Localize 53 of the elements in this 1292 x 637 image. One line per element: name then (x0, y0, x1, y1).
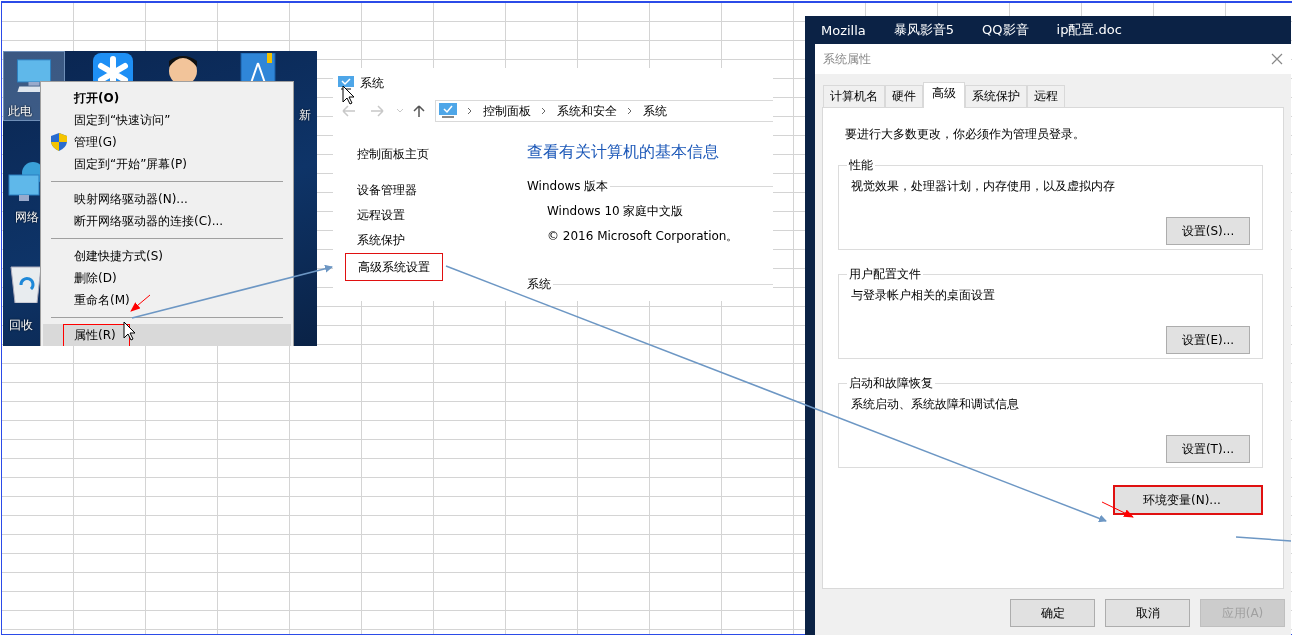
group-description: 系统启动、系统故障和调试信息 (851, 396, 1020, 413)
window-title: 系统属性 (823, 50, 871, 68)
sidebar-link[interactable]: 远程设置 (345, 203, 417, 228)
cursor-icon (342, 85, 355, 105)
breadcrumb-item[interactable]: 系统 (643, 102, 667, 120)
menu-item[interactable]: 映射网络驱动器(N)... (43, 188, 291, 210)
chevron-icon[interactable] (467, 107, 473, 115)
taskbar-item[interactable]: ip配置.doc (1056, 21, 1122, 39)
menu-item[interactable]: 属性(R) (43, 324, 291, 346)
sidebar-link[interactable]: 设备管理器 (345, 178, 429, 203)
system-icon[interactable] (338, 76, 354, 90)
address-bar[interactable]: 控制面板 系统和安全 系统 (435, 100, 773, 122)
tab[interactable]: 高级 (923, 82, 965, 108)
page-heading: 查看有关计算机的基本信息 (527, 142, 720, 163)
group-title: 启动和故障恢复 (848, 375, 934, 392)
sidebar-link[interactable]: 高级系统设置 (345, 253, 443, 281)
menu-item[interactable]: 管理(G) (43, 131, 291, 153)
tab[interactable]: 远程 (1027, 85, 1065, 107)
sidebar-link[interactable]: 系统保护 (345, 228, 417, 253)
info-text: Windows 10 家庭中文版 (546, 203, 685, 220)
group-title: 性能 (848, 157, 874, 174)
group-description: 视觉效果，处理器计划，内存使用，以及虚拟内存 (851, 178, 1116, 195)
info-text: © 2016 Microsoft Corporation。 (546, 228, 740, 245)
close-icon[interactable] (1271, 53, 1283, 65)
sidebar-link[interactable]: 控制面板主页 (345, 142, 441, 167)
tab[interactable]: 硬件 (885, 85, 923, 107)
settings-button[interactable]: 设置(T)... (1166, 435, 1250, 463)
shield-icon[interactable] (50, 133, 67, 151)
chevron-icon[interactable] (541, 107, 547, 115)
settings-button[interactable]: 设置(E)... (1166, 326, 1250, 354)
section-title: Windows 版本 (527, 177, 609, 195)
taskbar-item[interactable]: 暴风影音5 (893, 21, 955, 39)
settings-button[interactable]: 设置(S)... (1166, 217, 1250, 245)
notice-text: 要进行大多数更改，你必须作为管理员登录。 (844, 126, 1086, 143)
breadcrumb-item[interactable]: 系统和安全 (557, 102, 617, 120)
cursor-icon (123, 321, 136, 341)
window-title: 系统 (360, 74, 384, 92)
computer-icon[interactable] (14, 58, 54, 93)
dialog-button[interactable]: 取消 (1105, 599, 1190, 627)
group-description: 与登录帐户相关的桌面设置 (851, 287, 996, 304)
tab[interactable]: 计算机名 (823, 85, 885, 107)
group-title: 用户配置文件 (848, 266, 922, 283)
chevron-icon[interactable] (627, 107, 633, 115)
menu-item[interactable]: 固定到“开始”屏幕(P) (43, 153, 291, 175)
environment-variables-button[interactable]: 环境变量(N)... (1114, 486, 1262, 514)
taskbar-item[interactable]: QQ影音 (982, 21, 1029, 39)
tab[interactable]: 系统保护 (965, 85, 1027, 107)
breadcrumb-item[interactable]: 控制面板 (483, 102, 531, 120)
menu-item[interactable]: 断开网络驱动器的连接(C)... (43, 210, 291, 232)
recycle-bin-icon[interactable] (9, 263, 43, 303)
taskbar-item[interactable]: Mozilla (821, 22, 866, 38)
dialog-button[interactable]: 确定 (1010, 599, 1095, 627)
section-title: 系统 (527, 275, 551, 293)
